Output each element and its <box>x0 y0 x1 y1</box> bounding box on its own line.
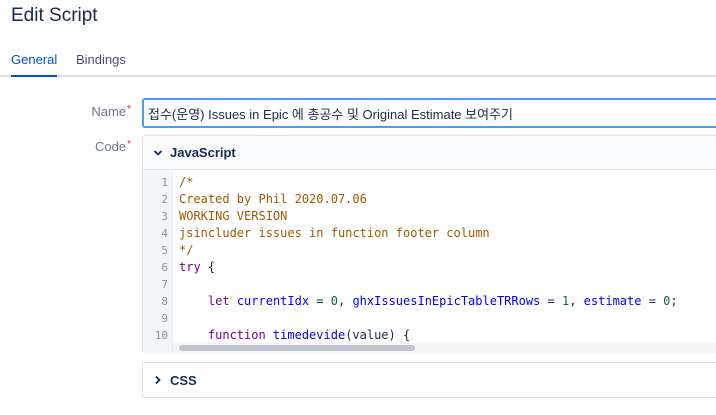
code-editor[interactable]: 1 2 3 4 5 6 7 8 9 10 /* Created by Phil … <box>143 171 716 353</box>
code-line: let currentIdx = 0, ghxIssuesInEpicTable… <box>207 294 678 308</box>
required-mark: * <box>127 104 131 115</box>
css-panel-toggle[interactable]: CSS <box>143 363 716 397</box>
code-line: Created by Phil 2020.07.06 <box>179 192 367 206</box>
line-number: 1 <box>161 176 168 189</box>
line-number-gutter: 1 2 3 4 5 6 7 8 9 10 <box>143 171 173 353</box>
line-number: 4 <box>161 227 168 240</box>
javascript-panel-title: JavaScript <box>170 145 236 160</box>
scrollbar-thumb[interactable] <box>179 345 415 351</box>
name-label: Name* <box>91 104 131 119</box>
css-panel-title: CSS <box>170 372 197 388</box>
line-number: 9 <box>161 312 168 325</box>
code-label: Code* <box>95 139 131 154</box>
horizontal-scrollbar[interactable] <box>173 343 716 353</box>
css-panel: CSS <box>142 362 716 398</box>
javascript-panel-toggle[interactable]: JavaScript <box>143 136 716 170</box>
code-line: jsincluder issues in function footer col… <box>179 226 490 240</box>
code-line: WORKING VERSION <box>179 209 288 223</box>
line-number: 5 <box>161 244 168 257</box>
chevron-right-icon <box>151 373 165 387</box>
name-input[interactable] <box>142 98 716 128</box>
required-mark: * <box>127 139 131 150</box>
line-number: 7 <box>161 278 168 291</box>
page-title: Edit Script <box>11 5 98 26</box>
chevron-down-icon <box>151 146 165 160</box>
tab-bar: General Bindings <box>0 44 716 77</box>
line-number: 3 <box>161 210 168 223</box>
code-line: */ <box>179 243 194 257</box>
line-number: 8 <box>161 295 168 308</box>
line-number: 6 <box>161 261 168 274</box>
tab-general[interactable]: General <box>11 52 58 77</box>
tab-bindings[interactable]: Bindings <box>76 52 126 67</box>
line-number: 10 <box>154 329 168 342</box>
code-line: try { <box>179 260 216 274</box>
line-number: 2 <box>161 193 168 206</box>
javascript-panel: JavaScript 1 2 3 4 5 6 7 8 9 10 /* Creat… <box>142 135 716 353</box>
code-line: /* <box>179 175 194 189</box>
code-line: function timedevide(value) { <box>207 328 411 342</box>
